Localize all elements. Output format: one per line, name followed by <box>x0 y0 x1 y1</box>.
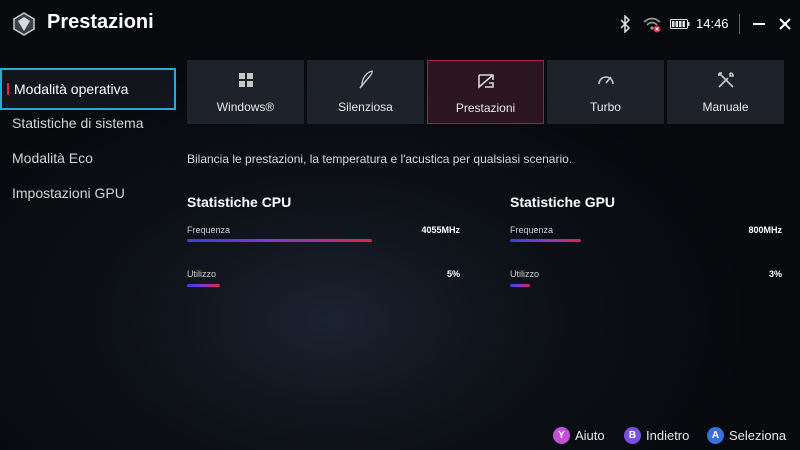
gpu-usage-bar <box>510 284 530 287</box>
mode-silenziosa-button[interactable]: Silenziosa <box>307 60 424 124</box>
mode-manuale-button[interactable]: Manuale <box>667 60 784 124</box>
gpu-frequency-label: Frequenza <box>510 225 554 235</box>
gpu-stats-title: Statistiche GPU <box>510 194 616 210</box>
b-button-icon: B <box>624 427 641 444</box>
bluetooth-icon <box>620 15 631 33</box>
back-label: Indietro <box>646 428 690 443</box>
mode-label: Silenziosa <box>338 100 393 114</box>
tools-icon <box>717 72 734 88</box>
app-logo-icon <box>13 12 35 36</box>
cpu-usage-label: Utilizzo <box>187 269 217 279</box>
battery-icon <box>670 19 690 29</box>
performance-icon <box>477 74 494 89</box>
gpu-usage-value: 3% <box>768 269 782 279</box>
wifi-icon <box>643 17 661 33</box>
clock: 14:46 <box>696 16 729 31</box>
sidebar: Modalità operativa Statistiche di sistem… <box>0 68 176 211</box>
cpu-frequency-bar <box>187 239 372 242</box>
gpu-usage-label: Utilizzo <box>510 269 540 279</box>
close-icon[interactable] <box>775 14 795 34</box>
mode-label: Turbo <box>590 100 621 114</box>
mode-selector: Windows® Silenziosa Prestazioni Turbo Ma… <box>187 60 784 124</box>
select-label: Seleziona <box>729 428 787 443</box>
title-bar: Prestazioni 14:46 <box>0 0 800 50</box>
gpu-frequency-value: 800MHz <box>748 225 782 235</box>
speedometer-icon <box>597 76 614 85</box>
divider <box>739 14 740 34</box>
mode-label: Prestazioni <box>455 101 516 115</box>
feather-icon <box>358 70 373 89</box>
mode-turbo-button[interactable]: Turbo <box>547 60 664 124</box>
sidebar-item-modalita-operativa[interactable]: Modalità operativa <box>0 68 176 110</box>
back-hint[interactable]: B Indietro <box>624 427 689 445</box>
app-title: Prestazioni <box>47 11 154 33</box>
gpu-frequency-bar <box>510 239 581 242</box>
mode-description: Bilancia le prestazioni, la temperatura … <box>187 152 573 166</box>
sidebar-item-impostazioni-gpu[interactable]: Impostazioni GPU <box>0 176 176 211</box>
cpu-frequency-value: 4055MHz <box>421 225 460 235</box>
minimize-icon[interactable] <box>749 14 769 34</box>
windows-icon <box>238 73 253 87</box>
mode-label: Manuale <box>702 100 749 114</box>
sidebar-item-modalita-eco[interactable]: Modalità Eco <box>0 141 176 176</box>
cpu-usage-value: 5% <box>446 269 460 279</box>
cpu-frequency-label: Frequenza <box>187 225 231 235</box>
help-hint[interactable]: Y Aiuto <box>553 427 605 445</box>
select-hint[interactable]: A Seleziona <box>707 427 786 445</box>
cpu-stats-title: Statistiche CPU <box>187 194 292 210</box>
mode-windows-button[interactable]: Windows® <box>187 60 304 124</box>
a-button-icon: A <box>707 427 724 444</box>
mode-label: Windows® <box>216 100 275 114</box>
cpu-usage-bar <box>187 284 220 287</box>
mode-prestazioni-button[interactable]: Prestazioni <box>427 60 544 124</box>
y-button-icon: Y <box>553 427 570 444</box>
help-label: Aiuto <box>575 428 605 443</box>
sidebar-item-statistiche-di-sistema[interactable]: Statistiche di sistema <box>0 106 176 141</box>
